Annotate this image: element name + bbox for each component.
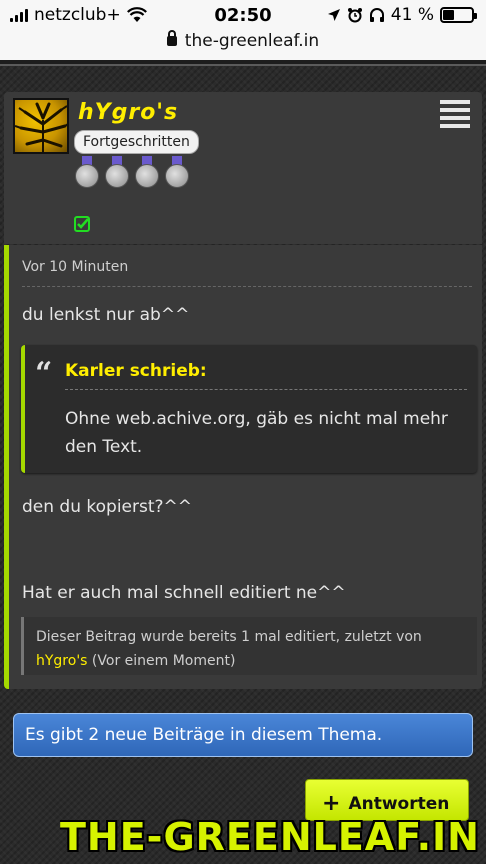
plant-avatar-image — [15, 102, 67, 152]
reply-button-label: Antworten — [348, 794, 450, 814]
author-username[interactable]: hYgro's — [78, 100, 178, 125]
status-bar: netzclub+ 02:50 41 % the-greenleaf.in — [0, 0, 486, 60]
edit-note: Dieser Beitrag wurde bereits 1 mal editi… — [21, 617, 477, 675]
top-divider — [0, 60, 486, 66]
post-body: Vor 10 Minuten du lenkst nur ab^^ “ Karl… — [4, 245, 482, 689]
quote-author[interactable]: Karler schrieb: — [65, 361, 207, 381]
post-text-line: du lenkst nur ab^^ — [22, 305, 190, 325]
quote-icon: “ — [35, 356, 53, 391]
medal-icon[interactable] — [134, 156, 160, 190]
divider — [22, 286, 472, 287]
quote-block: “ Karler schrieb: Ohne web.achive.org, g… — [21, 345, 477, 473]
battery-icon — [440, 7, 477, 23]
edit-note-text: Dieser Beitrag wurde bereits 1 mal editi… — [36, 629, 422, 645]
medal-icon[interactable] — [104, 156, 130, 190]
medal-icon[interactable] — [74, 156, 100, 190]
status-icons: 41 % — [327, 5, 477, 25]
lock-icon — [166, 30, 177, 46]
post-author-panel: hYgro's Fortgeschritten — [4, 92, 482, 244]
watermark-text: THE-GREENLEAF.IN — [60, 815, 480, 859]
location-arrow-icon — [327, 9, 340, 21]
quote-text: Ohne web.achive.org, gäb es nicht mal me… — [65, 409, 448, 457]
medal-list — [74, 156, 190, 190]
battery-percent: 41 % — [390, 5, 434, 25]
new-posts-notice[interactable]: Es gibt 2 neue Beiträge in diesem Thema. — [13, 713, 473, 757]
edit-note-time: (Vor einem Moment) — [91, 653, 236, 669]
url-bar[interactable]: the-greenleaf.in — [0, 30, 486, 51]
headphones-icon — [369, 8, 384, 22]
post-timestamp[interactable]: Vor 10 Minuten — [22, 259, 128, 275]
site-watermark: THE-GREENLEAF.IN — [60, 815, 480, 864]
url-text: the-greenleaf.in — [184, 31, 320, 51]
post-text-line: den du kopierst?^^ — [22, 497, 193, 517]
post-text-line: Hat er auch mal schnell editiert ne^^ — [22, 583, 346, 603]
battery-level — [443, 10, 455, 20]
post-menu-icon[interactable] — [440, 100, 470, 132]
divider — [65, 389, 467, 390]
alarm-icon — [347, 8, 362, 23]
rank-badge: Fortgeschritten — [74, 130, 199, 154]
online-check-icon — [74, 216, 90, 232]
avatar[interactable] — [13, 98, 69, 154]
edit-note-user[interactable]: hYgro's — [36, 653, 87, 669]
plus-icon: + — [322, 791, 341, 816]
medal-icon[interactable] — [164, 156, 190, 190]
